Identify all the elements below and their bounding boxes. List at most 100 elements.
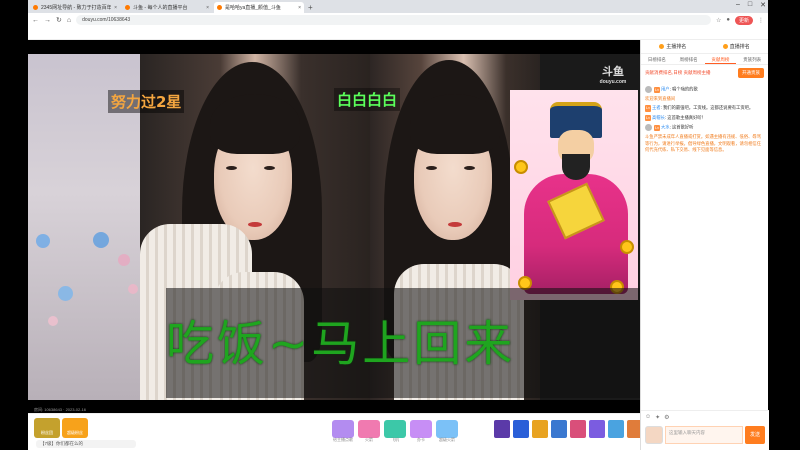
super-fan-badge[interactable]: 超级粉丝	[62, 418, 88, 438]
url-text: douyu.com/10638643	[82, 17, 131, 23]
browser-tab[interactable]: 斗鱼 - 每个人的直播平台 ×	[122, 2, 212, 13]
chat-username[interactable]: 高帽长	[652, 115, 665, 120]
browser-tab[interactable]: 2345网址导航 - 致力于打造百年 ×	[30, 2, 120, 13]
watermark-bottom: douyu.com	[599, 79, 627, 85]
douyu-watermark: 斗鱼 douyu.com	[596, 66, 630, 88]
chat-input-row: 这里输入聊天内容 发送	[645, 424, 765, 446]
fan-badge-label: 粉丝团	[41, 430, 53, 435]
tab-daily[interactable]: 日榜排名	[641, 54, 673, 64]
emoji-icon[interactable]: ☺	[645, 414, 651, 421]
rank-icon	[659, 44, 665, 49]
super-fan-badge-label: 超级粉丝	[67, 430, 83, 435]
ad-tile[interactable]	[513, 420, 529, 438]
close-window-icon[interactable]: ✕	[760, 1, 766, 9]
browser-tab-active[interactable]: 是哈哈ya直播_颜值_斗鱼 ×	[214, 2, 304, 13]
eye	[464, 166, 475, 170]
menu-icon[interactable]: ⋮	[758, 17, 764, 24]
anchor-rank[interactable]: 主播排名	[659, 43, 686, 50]
gift-super-rocket-button[interactable]: 超级火箭	[436, 420, 458, 442]
rank-header: 主播排名 直播排名	[641, 40, 768, 54]
bottom-message: 【7级】你们都在么的	[36, 440, 136, 448]
ad-tile[interactable]	[532, 420, 548, 438]
fan-badge[interactable]: 粉丝团	[34, 418, 60, 438]
bangs	[210, 94, 300, 154]
anchor-rank-label: 主播排名	[666, 44, 687, 50]
back-icon[interactable]: ←	[32, 17, 39, 24]
chat-message: Lv 高帽长: 这首歌主播真好听！	[645, 114, 706, 122]
ad-tile[interactable]	[589, 420, 605, 438]
url-input[interactable]: douyu.com/10638643	[76, 15, 711, 25]
coin-icon	[620, 240, 634, 254]
noble-notice: 贡献消费排名,日榜 贡献周榜主播 开通贵族	[641, 65, 768, 81]
chat-text: 这首歌好听	[672, 124, 694, 130]
lips	[448, 222, 462, 227]
maximize-icon[interactable]: □	[748, 1, 752, 9]
close-tab-icon[interactable]: ×	[114, 5, 117, 11]
avatar	[645, 86, 652, 93]
ad-tile[interactable]	[570, 420, 586, 438]
coin-icon	[514, 160, 528, 174]
gift-song-button[interactable]: 给主播点歌	[332, 420, 354, 442]
gift-card-button[interactable]: 办卡	[410, 420, 432, 442]
close-tab-icon[interactable]: ×	[206, 5, 209, 11]
system-notice: 斗鱼严禁未成年人直播或打赏。如遇主播有违规、低俗、辱骂等行为，请进行举报。倡导绿…	[645, 134, 762, 153]
tab-contrib[interactable]: 贡献周榜	[704, 54, 737, 64]
user-avatar	[645, 426, 663, 444]
chat-panel: 主播排名 直播排名 日榜排名 周榜排名 贡献周榜 贵族列表 贡献消费排名,日榜 …	[640, 40, 769, 450]
overlay-caption-left: 努力过2星	[108, 90, 185, 113]
tab-noble[interactable]: 贵族列表	[736, 54, 768, 64]
bokeh-light	[36, 234, 50, 248]
reload-icon[interactable]: ↻	[56, 16, 62, 24]
tab-favicon-icon	[217, 5, 222, 10]
ad-tile[interactable]	[494, 420, 510, 438]
update-button[interactable]: 更新	[734, 15, 753, 25]
ad-tile[interactable]	[608, 420, 624, 438]
chat-text: 这首歌主播真好听！	[667, 114, 706, 120]
chat-username[interactable]: 王者	[652, 105, 661, 110]
bookmarks-bar	[28, 27, 768, 40]
gift-icon[interactable]: ✦	[655, 414, 660, 421]
eye	[426, 166, 437, 170]
tab-label: 斗鱼 - 每个人的直播平台	[133, 5, 188, 11]
chat-input-area: ☺ ✦ ⚙ 这里输入聊天内容 发送	[641, 410, 769, 450]
send-button[interactable]: 发送	[745, 426, 765, 444]
level-badge: Lv	[654, 86, 661, 94]
chat-username[interactable]: 用户	[661, 87, 670, 92]
gift-rocket-button[interactable]: 火箭	[358, 420, 380, 442]
gift-label: 办卡	[417, 437, 425, 442]
chat-username[interactable]: 大水	[661, 125, 670, 130]
chat-message: Lv 大水: 这首歌好听	[645, 124, 764, 132]
system-message: 欢迎来到直播间	[645, 96, 676, 102]
gift-label: 给主播点歌	[333, 437, 353, 442]
gift-plane-button[interactable]: 飞机	[384, 420, 406, 442]
star-icon[interactable]: ☆	[716, 17, 721, 24]
video-player[interactable]: 努力过2星 白白白白 斗鱼 douyu.com 吃饭~马上回来	[28, 54, 640, 400]
profile-icon[interactable]: ●	[726, 17, 730, 23]
ad-tile[interactable]	[551, 420, 567, 438]
toolbar-right: ☆ ● 更新 ⋮	[716, 15, 764, 25]
tab-weekly[interactable]: 周榜排名	[673, 54, 705, 64]
noble-notice-text: 贡献消费排名,日榜 贡献周榜主播	[645, 70, 711, 75]
bokeh-light	[48, 316, 58, 326]
new-tab-button[interactable]: +	[308, 2, 313, 13]
close-tab-icon[interactable]: ×	[298, 5, 301, 11]
browser-tab-bar: 2345网址导航 - 致力于打造百年 × 斗鱼 - 每个人的直播平台 × 是哈哈…	[28, 0, 768, 13]
forward-icon[interactable]: →	[44, 17, 51, 24]
chat-text: 唱个嗨的的歌	[672, 86, 698, 92]
level-badge: Lv	[654, 124, 661, 132]
bangs	[410, 94, 500, 154]
level-badge: Lv	[645, 114, 652, 122]
settings-icon[interactable]: ⚙	[664, 414, 669, 421]
home-icon[interactable]: ⌂	[67, 17, 71, 24]
avatar	[645, 124, 652, 132]
live-rank[interactable]: 直播排名	[722, 43, 750, 50]
chat-input[interactable]: 这里输入聊天内容	[665, 426, 743, 444]
chat-message: Lv 用户: 唱个嗨的的歌	[645, 86, 764, 94]
minimize-icon[interactable]: –	[736, 1, 740, 9]
address-bar-row: ← → ↻ ⌂ douyu.com/10638643 ☆ ● 更新 ⋮	[28, 13, 768, 27]
gift-label: 超级火箭	[439, 437, 455, 442]
eye	[226, 166, 237, 170]
tab-label: 2345网址导航 - 致力于打造百年	[41, 5, 112, 11]
open-noble-button[interactable]: 开通贵族	[738, 68, 764, 78]
chat-tools: ☺ ✦ ⚙	[641, 411, 769, 424]
